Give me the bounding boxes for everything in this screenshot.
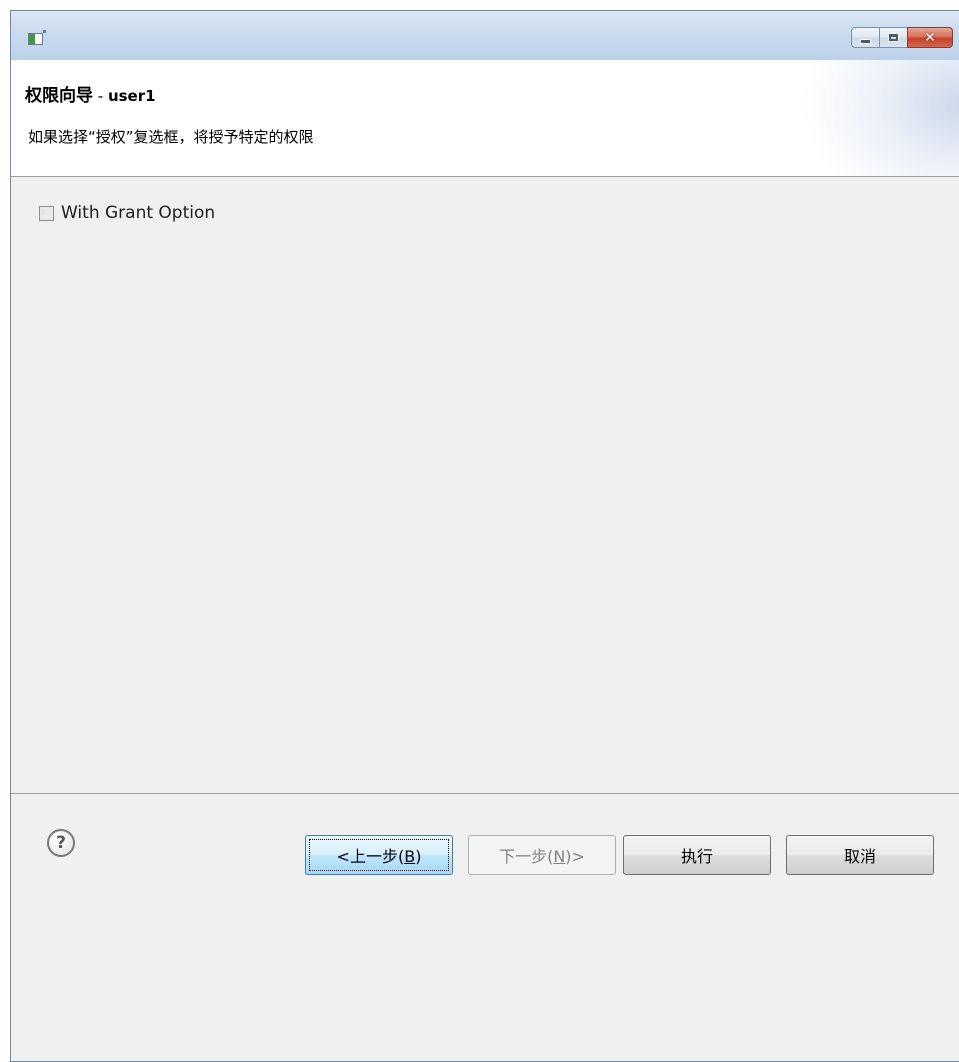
cancel-button[interactable]: 取消 — [786, 835, 934, 875]
back-button-label: <上一步(B) — [336, 847, 422, 866]
title-bar[interactable]: ✕ — [11, 11, 959, 60]
wizard-title-main: 权限向导 — [25, 86, 93, 106]
execute-button[interactable]: 执行 — [623, 835, 771, 875]
with-grant-option-checkbox[interactable] — [39, 205, 54, 221]
with-grant-option-label[interactable]: With Grant Option — [61, 203, 215, 223]
minimize-icon — [860, 39, 871, 44]
header-decoration — [799, 60, 959, 176]
close-icon: ✕ — [924, 29, 936, 46]
back-button[interactable]: <上一步(B) — [305, 835, 453, 875]
maximize-button[interactable] — [879, 27, 908, 48]
minimize-button[interactable] — [851, 27, 880, 48]
next-button-label: 下一步(N)> — [499, 847, 585, 866]
wizard-footer: ? <上一步(B) 下一步(N)> 执行 取消 — [11, 794, 959, 1061]
wizard-content: With Grant Option — [11, 177, 959, 794]
with-grant-option-row[interactable]: With Grant Option — [39, 203, 215, 223]
close-button[interactable]: ✕ — [907, 27, 953, 48]
wizard-title-separator: - — [93, 87, 108, 105]
wizard-header: 权限向导 - user1 如果选择“授权”复选框，将授予特定的权限 — [11, 60, 959, 177]
help-glyph: ? — [56, 833, 66, 853]
wizard-description: 如果选择“授权”复选框，将授予特定的权限 — [28, 128, 314, 146]
wizard-title: 权限向导 - user1 — [25, 81, 156, 106]
execute-button-label: 执行 — [680, 847, 713, 866]
window-controls: ✕ — [851, 27, 953, 49]
cancel-button-label: 取消 — [843, 847, 876, 866]
next-button[interactable]: 下一步(N)> — [468, 835, 616, 875]
window-app-icon — [28, 30, 46, 45]
maximize-icon — [888, 33, 899, 42]
wizard-title-user: user1 — [107, 87, 156, 105]
help-icon[interactable]: ? — [47, 829, 75, 857]
wizard-window: ✕ 权限向导 - user1 如果选择“授权”复选框，将授予特定的权限 With… — [10, 10, 959, 1062]
